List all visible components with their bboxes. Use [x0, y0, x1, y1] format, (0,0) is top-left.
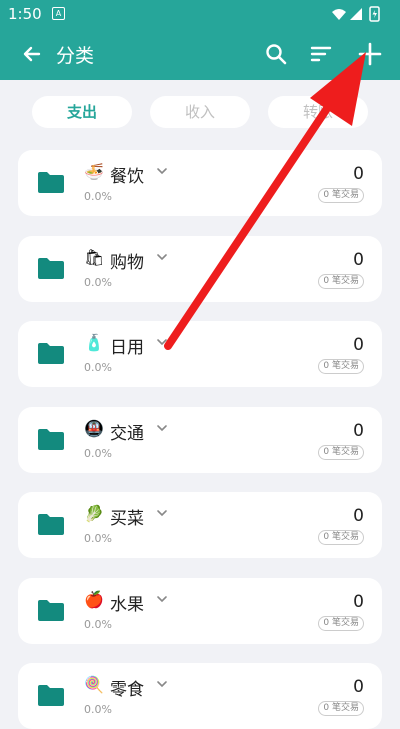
category-name: 零食	[110, 680, 144, 700]
category-emoji-icon: 🧴	[84, 333, 104, 352]
category-percent: 0.0%	[84, 532, 112, 545]
category-card[interactable]: 🧴 日用 0.0% 0 0 笔交易	[18, 321, 382, 387]
category-emoji-icon: 🛍	[84, 247, 105, 267]
transaction-count-badge: 0 笔交易	[318, 701, 364, 716]
page-title: 分类	[56, 45, 95, 67]
folder-icon	[38, 685, 64, 706]
category-card[interactable]: 🥬 买菜 0.0% 0 0 笔交易	[18, 492, 382, 558]
add-category-button[interactable]	[356, 40, 384, 68]
transaction-count-badge: 0 笔交易	[318, 188, 364, 203]
chevron-down-icon[interactable]	[155, 335, 169, 349]
category-percent: 0.0%	[84, 190, 112, 203]
tab-transfer[interactable]: 转账	[268, 96, 368, 128]
sort-button[interactable]	[308, 40, 336, 68]
folder-icon	[38, 257, 64, 279]
category-percent: 0.0%	[84, 446, 112, 460]
wifi-icon	[332, 9, 346, 20]
category-percent: 0.0%	[84, 617, 112, 631]
chevron-down-icon[interactable]	[155, 164, 169, 178]
notification-icon: A	[52, 7, 65, 20]
category-amount: 0	[353, 420, 364, 441]
category-card[interactable]: 🍜 餐饮 0.0% 0 0 笔交易	[18, 150, 382, 216]
category-amount: 0	[353, 677, 364, 697]
plus-icon	[358, 42, 382, 66]
transaction-count-badge: 0 笔交易	[318, 444, 364, 460]
folder-icon	[38, 343, 64, 364]
transaction-count-badge: 0 笔交易	[318, 273, 364, 289]
category-amount: 0	[353, 335, 364, 355]
chevron-down-icon[interactable]	[155, 506, 169, 520]
folder-icon	[38, 172, 64, 193]
status-time: 1:50	[8, 5, 42, 23]
back-button[interactable]	[18, 40, 46, 68]
category-emoji-icon: 🍜	[84, 162, 104, 181]
category-amount: 0	[353, 164, 364, 184]
category-amount: 0	[353, 249, 364, 270]
category-card[interactable]: 🍎 水果 0.0% 0 0 笔交易	[18, 577, 382, 644]
category-amount: 0	[353, 591, 364, 612]
type-tabs: 支出 收入 转账	[0, 96, 400, 132]
chevron-down-icon[interactable]	[155, 421, 169, 435]
back-arrow-icon	[23, 46, 41, 62]
tab-income[interactable]: 收入	[150, 96, 250, 128]
category-percent: 0.0%	[84, 361, 112, 374]
folder-icon	[38, 514, 64, 535]
category-name: 买菜	[110, 509, 144, 529]
category-emoji-icon: 🚇	[84, 418, 104, 438]
category-name: 交通	[110, 423, 144, 444]
app-bar: 分类	[0, 28, 400, 80]
transaction-count-badge: 0 笔交易	[318, 615, 364, 631]
sort-icon	[310, 46, 332, 62]
category-amount: 0	[353, 506, 364, 526]
folder-icon	[38, 428, 64, 450]
chevron-down-icon[interactable]	[155, 677, 169, 691]
category-percent: 0.0%	[84, 275, 112, 289]
transaction-count-badge: 0 笔交易	[318, 359, 364, 374]
status-bar: 1:50 A	[0, 0, 400, 28]
category-card[interactable]: 🚇 交通 0.0% 0 0 笔交易	[18, 406, 382, 473]
category-emoji-icon: 🍎	[84, 589, 104, 609]
category-card[interactable]: 🛍 购物 0.0% 0 0 笔交易	[18, 235, 382, 302]
signal-icon	[350, 8, 362, 20]
status-icons	[330, 6, 390, 26]
category-name: 餐饮	[110, 167, 144, 187]
chevron-down-icon[interactable]	[155, 250, 169, 264]
folder-icon	[38, 599, 64, 621]
category-emoji-icon: 🍭	[84, 675, 104, 694]
category-name: 购物	[110, 252, 144, 273]
search-icon	[266, 44, 287, 65]
category-emoji-icon: 🥬	[84, 504, 104, 523]
chevron-down-icon[interactable]	[155, 592, 169, 606]
category-card[interactable]: 🍭 零食 0.0% 0 0 笔交易	[18, 663, 382, 729]
category-name: 日用	[110, 338, 144, 358]
category-name: 水果	[110, 594, 144, 615]
tab-expense[interactable]: 支出	[32, 96, 132, 128]
transaction-count-badge: 0 笔交易	[318, 530, 364, 545]
search-button[interactable]	[262, 40, 290, 68]
